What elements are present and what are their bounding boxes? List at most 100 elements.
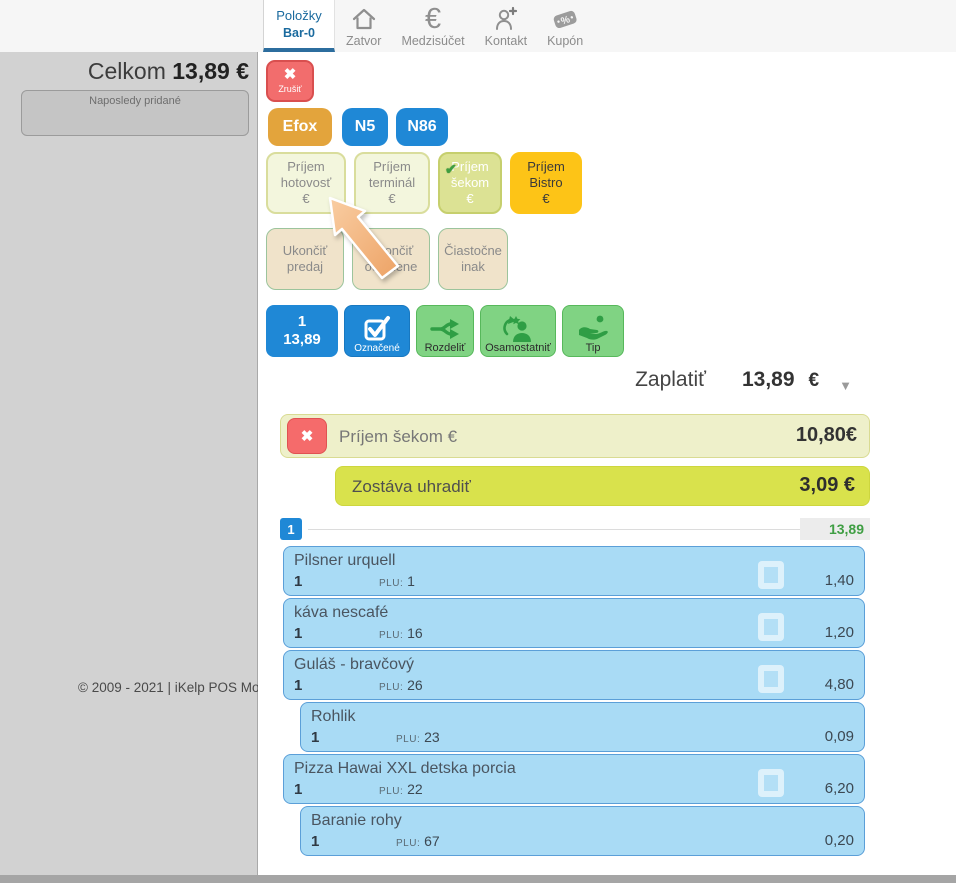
- pay-label: Zaplatiť: [635, 368, 706, 392]
- finish-deferred-button[interactable]: Ukončiť odložene: [352, 228, 430, 290]
- plu-value: 1: [407, 573, 415, 589]
- receipt-subitem-row[interactable]: Baranie rohy 1 PLU: 67 0,20: [300, 806, 865, 856]
- item-price: 4,80: [825, 676, 854, 693]
- payment-button-cheque-selected[interactable]: ✔ Príjem šekom €: [438, 152, 502, 214]
- nav-item-kupon[interactable]: % Kupón: [537, 0, 593, 48]
- item-name: Pizza Hawai XXL detska porcia: [294, 760, 516, 778]
- item-price: 0,20: [825, 832, 854, 849]
- item-qty: 1: [294, 573, 302, 590]
- main-panel: ✖ Zrušiť Efox N5 N86 Príjem hotovosť € P…: [258, 52, 956, 875]
- payment-button-cash[interactable]: Príjem hotovosť €: [266, 152, 346, 214]
- recently-added-label: Naposledy pridané: [22, 91, 248, 107]
- item-name: Guláš - bravčový: [294, 656, 414, 674]
- group-number-badge: 1: [280, 518, 302, 540]
- item-checkbox[interactable]: [758, 769, 784, 797]
- plu-label: PLU:: [379, 682, 403, 693]
- top-toolbar: Položky Bar-0 Zatvor € Medzisúčet Kontak…: [0, 0, 956, 53]
- pay-currency: €: [809, 370, 820, 392]
- tip-hand-coin-icon: [575, 314, 611, 342]
- payment-button-bistro[interactable]: Príjem Bistro €: [510, 152, 582, 214]
- recently-added-panel: Naposledy pridané: [21, 90, 249, 136]
- plu-label: PLU:: [396, 838, 420, 849]
- finish-sale-button[interactable]: Ukončiť predaj: [266, 228, 344, 290]
- payment-button-terminal[interactable]: Príjem terminál €: [354, 152, 430, 214]
- split-icon: [428, 316, 462, 342]
- nav-item-medzisucet[interactable]: € Medzisúčet: [391, 0, 474, 48]
- cancel-button[interactable]: ✖ Zrušiť: [266, 60, 314, 102]
- add-contact-icon: [492, 4, 520, 34]
- tab-polozky-bar0[interactable]: Položky Bar-0: [263, 0, 335, 52]
- separate-person-icon: [500, 314, 536, 342]
- plu-label: PLU:: [396, 734, 420, 745]
- receipt-group-header: 1 13,89: [280, 518, 870, 540]
- coupon-icon: %: [550, 4, 580, 34]
- item-qty: 1: [294, 625, 302, 642]
- copyright-text: © 2009 - 2021 | iKelp POS Mo: [78, 680, 258, 695]
- plu-value: 67: [424, 833, 440, 849]
- plu-label: PLU:: [379, 578, 403, 589]
- plu-value: 22: [407, 781, 423, 797]
- payment-entry-row: ✖ Príjem šekom € 10,80€: [280, 414, 870, 458]
- payment-amount: 10,80€: [796, 424, 857, 447]
- selection-count-button[interactable]: 1 13,89: [266, 305, 338, 357]
- device-button-n86[interactable]: N86: [396, 108, 448, 146]
- tip-button[interactable]: Tip: [562, 305, 624, 357]
- item-checkbox[interactable]: [758, 561, 784, 589]
- item-qty: 1: [311, 729, 319, 746]
- plu-value: 26: [407, 677, 423, 693]
- item-price: 0,09: [825, 728, 854, 745]
- chevron-down-icon[interactable]: ▼: [839, 378, 852, 393]
- payment-method-label: Príjem šekom €: [339, 427, 457, 447]
- nav-label: Kontakt: [485, 34, 527, 48]
- device-button-n5[interactable]: N5: [342, 108, 388, 146]
- nav-label: Medzisúčet: [401, 34, 464, 48]
- item-checkbox[interactable]: [758, 665, 784, 693]
- checkbox-check-icon: [362, 313, 392, 343]
- partial-other-button[interactable]: Čiastočne inak: [438, 228, 508, 290]
- divider: [308, 529, 800, 530]
- bottom-edge-strip: [0, 875, 956, 883]
- receipt-item-row[interactable]: Pizza Hawai XXL detska porcia 1 PLU: 22 …: [283, 754, 865, 804]
- item-qty: 1: [294, 781, 302, 798]
- device-button-efox[interactable]: Efox: [268, 108, 332, 146]
- close-icon: ✖: [284, 68, 297, 82]
- nav-item-zatvor[interactable]: Zatvor: [336, 0, 391, 48]
- order-sidebar: Celkom 13,89 € Naposledy pridané © 2009 …: [0, 52, 258, 875]
- tab-label: Položky: [276, 8, 322, 23]
- item-price: 1,20: [825, 624, 854, 641]
- group-total: 13,89: [800, 518, 870, 540]
- item-price: 6,20: [825, 780, 854, 797]
- selection-count: 1: [298, 313, 306, 331]
- item-name: Rohlik: [311, 708, 355, 726]
- receipt-item-row[interactable]: Pilsner urquell 1 PLU: 1 1,40: [283, 546, 865, 596]
- pos-screen: Položky Bar-0 Zatvor € Medzisúčet Kontak…: [0, 0, 956, 883]
- remaining-row: Zostáva uhradiť 3,09 €: [335, 466, 870, 506]
- nav-item-kontakt[interactable]: Kontakt: [475, 0, 537, 48]
- item-checkbox[interactable]: [758, 613, 784, 641]
- cancel-label: Zrušiť: [278, 84, 301, 94]
- remaining-label: Zostáva uhradiť: [352, 477, 471, 497]
- remove-payment-button[interactable]: ✖: [287, 418, 327, 454]
- nav-label: Kupón: [547, 34, 583, 48]
- receipt-subitem-row[interactable]: Rohlik 1 PLU: 23 0,09: [300, 702, 865, 752]
- order-total: Celkom 13,89 €: [88, 58, 249, 85]
- plu-label: PLU:: [379, 630, 403, 641]
- receipt-item-row[interactable]: Guláš - bravčový 1 PLU: 26 4,80: [283, 650, 865, 700]
- total-value: 13,89 €: [172, 58, 249, 84]
- toolbar-nav: Zatvor € Medzisúčet Kontakt % Kupón: [336, 0, 593, 52]
- total-label: Celkom: [88, 58, 166, 84]
- receipt-item-row[interactable]: káva nescafé 1 PLU: 16 1,20: [283, 598, 865, 648]
- nav-label: Zatvor: [346, 34, 381, 48]
- check-icon: ✔: [445, 161, 457, 178]
- marked-button[interactable]: Označené: [344, 305, 410, 357]
- plu-label: PLU:: [379, 786, 403, 797]
- plu-value: 16: [407, 625, 423, 641]
- separate-button[interactable]: Osamostatniť: [480, 305, 556, 357]
- pay-summary-line: Zaplatiť 13,89 € ▼: [258, 368, 956, 402]
- pay-amount: 13,89: [742, 368, 795, 392]
- split-button[interactable]: Rozdeliť: [416, 305, 474, 357]
- item-qty: 1: [311, 833, 319, 850]
- item-name: Baranie rohy: [311, 812, 402, 830]
- item-qty: 1: [294, 677, 302, 694]
- item-price: 1,40: [825, 572, 854, 589]
